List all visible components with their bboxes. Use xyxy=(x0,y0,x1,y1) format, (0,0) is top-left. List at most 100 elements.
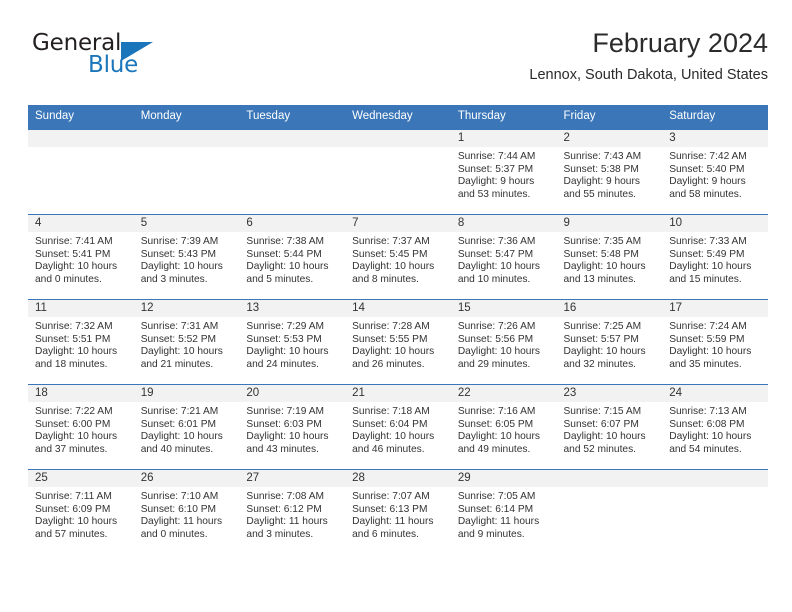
day-cell[interactable]: 24 Sunrise: 7:13 AM Sunset: 6:08 PM Dayligh… xyxy=(662,384,768,470)
sunrise-text: Sunrise: 7:07 AM xyxy=(352,491,430,502)
sunset-text: Sunset: 5:49 PM xyxy=(669,248,745,260)
day-cell[interactable]: 15 Sunrise: 7:26 AM Sunset: 5:56 PM Dayligh… xyxy=(450,299,557,385)
sunrise-text: Sunrise: 7:37 AM xyxy=(352,236,430,247)
day-cell[interactable] xyxy=(239,129,346,215)
day-cell[interactable]: 1 Sunrise: 7:44 AM Sunset: 5:37 PM Daylight… xyxy=(450,129,557,215)
day-cell[interactable]: 25 Sunrise: 7:11 AM Sunset: 6:09 PM Dayligh… xyxy=(28,469,134,554)
day-details xyxy=(28,147,134,151)
day-details: Sunrise: 7:41 AM Sunset: 5:41 PM Daylight:… xyxy=(28,232,134,286)
day-cell[interactable]: 17 Sunrise: 7:24 AM Sunset: 5:59 PM Dayligh… xyxy=(662,299,768,385)
day-number: 22 xyxy=(450,385,557,402)
day-number: 11 xyxy=(28,300,134,317)
calendar-week-row: 11 Sunrise: 7:32 AM Sunset: 5:51 PM Dayligh… xyxy=(28,299,768,385)
day-cell[interactable]: 5 Sunrise: 7:39 AM Sunset: 5:43 PM Daylight… xyxy=(133,214,240,300)
sunset-text: Sunset: 5:55 PM xyxy=(352,333,428,345)
day-cell[interactable]: 6 Sunrise: 7:38 AM Sunset: 5:44 PM Daylight… xyxy=(239,214,346,300)
day-details: Sunrise: 7:33 AM Sunset: 5:49 PM Daylight:… xyxy=(662,232,768,286)
day-cell[interactable]: 18 Sunrise: 7:22 AM Sunset: 6:00 PM Dayligh… xyxy=(28,384,134,470)
day-number: 16 xyxy=(556,300,663,317)
day-details: Sunrise: 7:22 AM Sunset: 6:00 PM Daylight:… xyxy=(28,402,134,456)
sunrise-text: Sunrise: 7:31 AM xyxy=(140,321,219,332)
sunset-text: Sunset: 5:41 PM xyxy=(35,248,111,260)
sunset-text: Sunset: 5:59 PM xyxy=(669,333,745,345)
daylight-text-line2: and 9 minutes. xyxy=(457,528,525,540)
day-details: Sunrise: 7:44 AM Sunset: 5:37 PM Daylight:… xyxy=(451,147,557,201)
weekday-header-thursday: Thursday xyxy=(450,105,557,130)
day-cell[interactable]: 4 Sunrise: 7:41 AM Sunset: 5:41 PM Daylight… xyxy=(28,214,134,300)
day-cell[interactable]: 21 Sunrise: 7:18 AM Sunset: 6:04 PM Dayligh… xyxy=(345,384,451,470)
daylight-text-line2: and 3 minutes. xyxy=(246,528,314,540)
day-cell[interactable] xyxy=(133,129,240,215)
day-cell[interactable]: 29 Sunrise: 7:05 AM Sunset: 6:14 PM Dayligh… xyxy=(450,469,557,554)
day-details: Sunrise: 7:21 AM Sunset: 6:01 PM Daylight:… xyxy=(134,402,240,456)
day-cell[interactable] xyxy=(345,129,451,215)
daylight-text-line1: Daylight: 11 hours xyxy=(246,516,328,528)
sunset-text: Sunset: 6:08 PM xyxy=(669,418,745,430)
sunrise-text: Sunrise: 7:26 AM xyxy=(457,321,536,332)
daylight-text-line2: and 57 minutes. xyxy=(35,528,108,540)
day-cell[interactable] xyxy=(662,469,768,554)
day-cell[interactable]: 23 Sunrise: 7:15 AM Sunset: 6:07 PM Dayligh… xyxy=(556,384,663,470)
sunset-text: Sunset: 6:05 PM xyxy=(457,418,534,430)
day-cell[interactable]: 27 Sunrise: 7:08 AM Sunset: 6:12 PM Dayligh… xyxy=(239,469,346,554)
daylight-text-line1: Daylight: 10 hours xyxy=(35,346,118,358)
daylight-text-line2: and 3 minutes. xyxy=(140,273,208,285)
daylight-text-line1: Daylight: 10 hours xyxy=(563,346,646,358)
day-cell[interactable]: 2 Sunrise: 7:43 AM Sunset: 5:38 PM Daylight… xyxy=(556,129,663,215)
day-cell[interactable]: 26 Sunrise: 7:10 AM Sunset: 6:10 PM Dayligh… xyxy=(133,469,240,554)
sunset-text: Sunset: 5:56 PM xyxy=(457,333,534,345)
day-cell[interactable] xyxy=(28,129,134,215)
sunrise-text: Sunrise: 7:36 AM xyxy=(457,236,536,247)
day-details: Sunrise: 7:29 AM Sunset: 5:53 PM Daylight:… xyxy=(239,317,345,371)
daylight-text-line1: Daylight: 10 hours xyxy=(563,261,646,273)
day-cell[interactable]: 13 Sunrise: 7:29 AM Sunset: 5:53 PM Dayligh… xyxy=(239,299,346,385)
sunrise-text: Sunrise: 7:29 AM xyxy=(246,321,324,332)
day-cell[interactable]: 7 Sunrise: 7:37 AM Sunset: 5:45 PM Daylight… xyxy=(345,214,451,300)
day-cell[interactable]: 11 Sunrise: 7:32 AM Sunset: 5:51 PM Dayligh… xyxy=(28,299,134,385)
day-cell[interactable]: 10 Sunrise: 7:33 AM Sunset: 5:49 PM Dayligh… xyxy=(662,214,768,300)
day-cell[interactable]: 16 Sunrise: 7:25 AM Sunset: 5:57 PM Dayligh… xyxy=(556,299,663,385)
weekday-header-friday: Friday xyxy=(556,105,663,130)
day-number: 8 xyxy=(450,215,557,232)
daylight-text-line2: and 6 minutes. xyxy=(352,528,419,540)
daylight-text-line1: Daylight: 10 hours xyxy=(140,261,223,273)
daylight-text-line2: and 46 minutes. xyxy=(352,443,425,455)
calendar-body: 1 Sunrise: 7:44 AM Sunset: 5:37 PM Daylight… xyxy=(28,129,768,554)
sunrise-text: Sunrise: 7:05 AM xyxy=(457,491,536,502)
weekday-header-tuesday: Tuesday xyxy=(239,105,346,130)
daylight-text-line2: and 5 minutes. xyxy=(246,273,314,285)
day-number: 21 xyxy=(345,385,451,402)
daylight-text-line2: and 8 minutes. xyxy=(352,273,419,285)
day-cell[interactable]: 22 Sunrise: 7:16 AM Sunset: 6:05 PM Dayligh… xyxy=(450,384,557,470)
sunset-text: Sunset: 5:52 PM xyxy=(140,333,217,345)
day-number: 17 xyxy=(662,300,768,317)
daylight-text-line2: and 52 minutes. xyxy=(563,443,637,455)
day-cell[interactable]: 19 Sunrise: 7:21 AM Sunset: 6:01 PM Dayligh… xyxy=(133,384,240,470)
sunset-text: Sunset: 6:12 PM xyxy=(246,503,322,515)
day-number: 14 xyxy=(345,300,451,317)
daylight-text-line1: Daylight: 11 hours xyxy=(140,516,223,528)
day-cell[interactable]: 9 Sunrise: 7:35 AM Sunset: 5:48 PM Daylight… xyxy=(556,214,663,300)
day-cell[interactable]: 3 Sunrise: 7:42 AM Sunset: 5:40 PM Daylight… xyxy=(662,129,768,215)
day-cell[interactable]: 28 Sunrise: 7:07 AM Sunset: 6:13 PM Dayligh… xyxy=(345,469,451,554)
weekday-header-row: Sunday Monday Tuesday Wednesday Thursday… xyxy=(28,105,768,130)
day-details: Sunrise: 7:39 AM Sunset: 5:43 PM Daylight:… xyxy=(134,232,240,286)
day-cell[interactable]: 20 Sunrise: 7:19 AM Sunset: 6:03 PM Dayligh… xyxy=(239,384,346,470)
day-details: Sunrise: 7:18 AM Sunset: 6:04 PM Daylight:… xyxy=(345,402,451,456)
daylight-text-line2: and 53 minutes. xyxy=(457,188,531,200)
generalblue-logo[interactable]: General Blue xyxy=(28,30,208,86)
sunset-text: Sunset: 5:38 PM xyxy=(563,163,639,175)
day-cell[interactable]: 12 Sunrise: 7:31 AM Sunset: 5:52 PM Dayligh… xyxy=(133,299,240,385)
day-cell[interactable]: 8 Sunrise: 7:36 AM Sunset: 5:47 PM Daylight… xyxy=(450,214,557,300)
daylight-text-line1: Daylight: 10 hours xyxy=(457,346,540,358)
day-details: Sunrise: 7:15 AM Sunset: 6:07 PM Daylight:… xyxy=(557,402,663,456)
page-title: February 2024 xyxy=(592,28,768,58)
day-cell[interactable] xyxy=(556,469,663,554)
sunrise-text: Sunrise: 7:13 AM xyxy=(669,406,747,417)
title-block: February 2024 Lennox, South Dakota, Unit… xyxy=(529,26,768,86)
weekday-header-saturday: Saturday xyxy=(662,105,768,130)
daylight-text-line2: and 0 minutes. xyxy=(35,273,102,285)
day-cell[interactable]: 14 Sunrise: 7:28 AM Sunset: 5:55 PM Dayligh… xyxy=(345,299,451,385)
daylight-text-line1: Daylight: 9 hours xyxy=(669,176,746,188)
sunset-text: Sunset: 5:53 PM xyxy=(246,333,322,345)
